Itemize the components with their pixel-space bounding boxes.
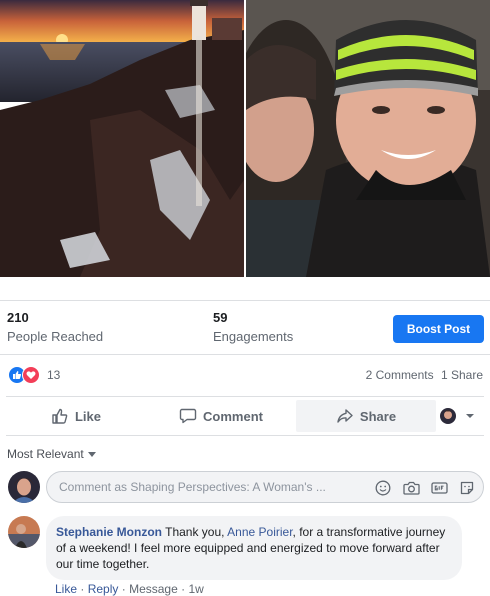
people-reached-stat[interactable]: 210 People Reached — [7, 310, 103, 344]
comment-sort-label: Most Relevant — [7, 447, 84, 461]
engagements-label: Engagements — [213, 329, 294, 344]
comment-bubble: Stephanie Monzon Thank you, Anne Poirier… — [46, 516, 462, 580]
comment-button-label: Comment — [203, 408, 263, 424]
reactions-summary: 13 2 Comments 1 Share — [0, 364, 490, 388]
caret-down-icon — [465, 414, 474, 418]
comment-mention-link[interactable]: Anne Poirier — [227, 525, 292, 539]
love-reaction-icon — [22, 366, 40, 384]
comment-reply-link[interactable]: Reply — [88, 582, 119, 596]
comment-input-tools — [365, 478, 477, 498]
share-button-label: Share — [359, 408, 397, 424]
reaction-icons[interactable] — [8, 366, 40, 384]
shares-count-link[interactable]: 1 Share — [441, 368, 483, 382]
comment-bubble-icon — [179, 408, 197, 424]
comments-count-link[interactable]: 2 Comments — [366, 368, 434, 382]
comment-input-box — [46, 471, 484, 503]
camera-icon[interactable] — [401, 478, 421, 498]
comment-author-link[interactable]: Stephanie Monzon — [56, 525, 162, 539]
page-avatar[interactable] — [8, 471, 40, 503]
boost-post-button[interactable]: Boost Post — [393, 315, 484, 343]
caret-down-icon — [87, 452, 96, 458]
people-reached-label: People Reached — [7, 329, 104, 344]
comment-composer — [6, 469, 484, 505]
separator-dot: · — [121, 582, 130, 596]
thumbs-up-icon — [52, 408, 68, 424]
comment-input[interactable] — [59, 478, 359, 496]
comment-timestamp[interactable]: 1w — [188, 582, 203, 596]
reaction-count[interactable]: 13 — [47, 368, 60, 382]
emoji-icon[interactable] — [373, 478, 393, 498]
comment-text-part: Thank you, — [162, 525, 228, 539]
engagements-stat[interactable]: 59 Engagements — [213, 310, 293, 344]
engagement-counts: 2 Comments 1 Share — [366, 368, 483, 382]
gif-icon[interactable] — [429, 478, 449, 498]
people-reached-count: 210 — [7, 310, 29, 325]
lighthouse-sunset-photo[interactable] — [0, 0, 244, 277]
comment-message-link[interactable]: Message — [129, 582, 178, 596]
sticker-icon[interactable] — [457, 478, 477, 498]
share-arrow-icon — [337, 409, 353, 423]
comment-actions: Like · Reply · Message · 1w — [55, 582, 204, 596]
separator-dot: · — [80, 582, 88, 596]
selfie-photo[interactable] — [246, 0, 490, 277]
page-avatar-icon — [439, 408, 456, 424]
post-photos — [0, 0, 490, 277]
engagements-count: 59 — [213, 310, 228, 325]
commenter-avatar[interactable] — [8, 516, 40, 548]
post-action-bar: Like Comment Share — [6, 396, 484, 436]
comment-like-link[interactable]: Like — [55, 582, 77, 596]
comment-button[interactable]: Comment — [146, 400, 296, 432]
comment-sort-dropdown[interactable]: Most Relevant — [7, 447, 96, 461]
post-insights: 210 People Reached 59 Engagements Boost … — [0, 300, 490, 355]
post-as-selector[interactable] — [436, 400, 484, 432]
like-button[interactable]: Like — [6, 400, 146, 432]
share-button[interactable]: Share — [296, 400, 436, 432]
like-button-label: Like — [74, 408, 101, 424]
